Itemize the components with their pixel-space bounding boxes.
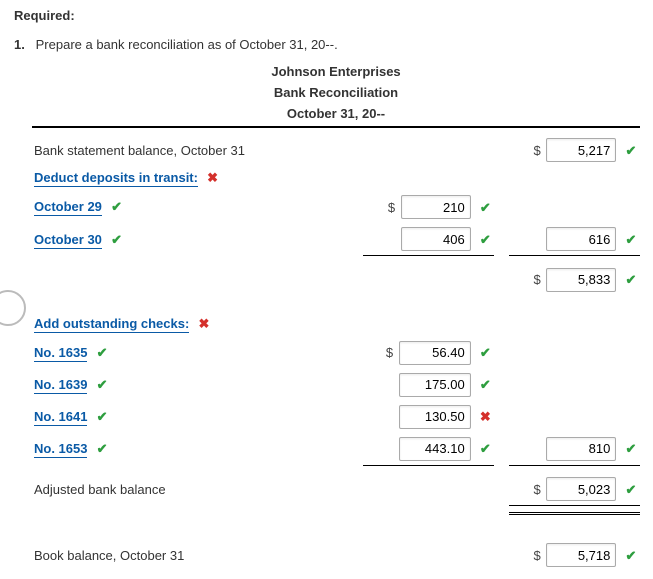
book-balance-label: Book balance, October 31 [32,539,363,571]
required-heading: Required: [14,8,639,23]
check-icon: ✔ [624,482,638,498]
check-icon: ✔ [110,232,124,248]
side-circle-decoration [0,290,26,326]
deposit-oct29-link[interactable]: October 29 [34,199,102,216]
check-icon: ✔ [624,232,638,248]
deposit-oct30-input[interactable] [401,227,471,251]
book-balance-input[interactable] [546,543,616,567]
after-deposits-input[interactable] [546,268,616,292]
dollar-sign: $ [388,200,395,215]
adjusted-bank-label: Adjusted bank balance [32,473,363,506]
deduct-deposits-link[interactable]: Deduct deposits in transit: [34,170,198,187]
check-icon: ✔ [624,143,638,159]
company-title: Johnson Enterprises [32,62,640,83]
check-1641-link[interactable]: No. 1641 [34,409,87,426]
check-icon: ✔ [624,548,638,564]
check-icon: ✔ [624,441,638,457]
cross-icon: ✖ [478,409,492,425]
check-icon: ✔ [478,200,492,216]
dollar-sign: $ [534,548,541,563]
check-icon: ✔ [95,441,109,457]
check-1653-input[interactable] [399,437,471,461]
cross-icon: ✖ [197,316,211,332]
check-1635-input[interactable] [399,341,471,365]
check-icon: ✔ [95,345,109,361]
check-icon: ✔ [624,272,638,288]
check-icon: ✔ [110,199,124,215]
check-icon: ✔ [478,232,492,248]
dollar-sign: $ [386,345,393,360]
instruction-text: Prepare a bank reconciliation as of Octo… [36,37,338,52]
check-icon: ✔ [478,441,492,457]
deposit-oct30-link[interactable]: October 30 [34,232,102,249]
deposit-oct29-input[interactable] [401,195,471,219]
check-1639-link[interactable]: No. 1639 [34,377,87,394]
check-icon: ✔ [95,409,109,425]
title-rule [32,126,640,128]
instruction-number: 1. [14,37,32,52]
check-icon: ✔ [478,377,492,393]
cross-icon: ✖ [206,170,220,186]
instruction-line: 1. Prepare a bank reconciliation as of O… [14,37,639,52]
check-1635-link[interactable]: No. 1635 [34,345,87,362]
bank-statement-input[interactable] [546,138,616,162]
check-icon: ✔ [95,377,109,393]
report-title: Bank Reconciliation [32,83,640,104]
bank-statement-label: Bank statement balance, October 31 [32,134,363,166]
checks-subtotal-input[interactable] [546,437,616,461]
check-icon: ✔ [478,345,492,361]
report-date: October 31, 20-- [32,104,640,125]
dollar-sign: $ [534,482,541,497]
dollar-sign: $ [534,272,541,287]
check-1639-input[interactable] [399,373,471,397]
adjusted-bank-input[interactable] [546,477,616,501]
deposits-subtotal-input[interactable] [546,227,616,251]
dollar-sign: $ [534,143,541,158]
add-outstanding-link[interactable]: Add outstanding checks: [34,316,189,333]
check-1653-link[interactable]: No. 1653 [34,441,87,458]
check-1641-input[interactable] [399,405,471,429]
